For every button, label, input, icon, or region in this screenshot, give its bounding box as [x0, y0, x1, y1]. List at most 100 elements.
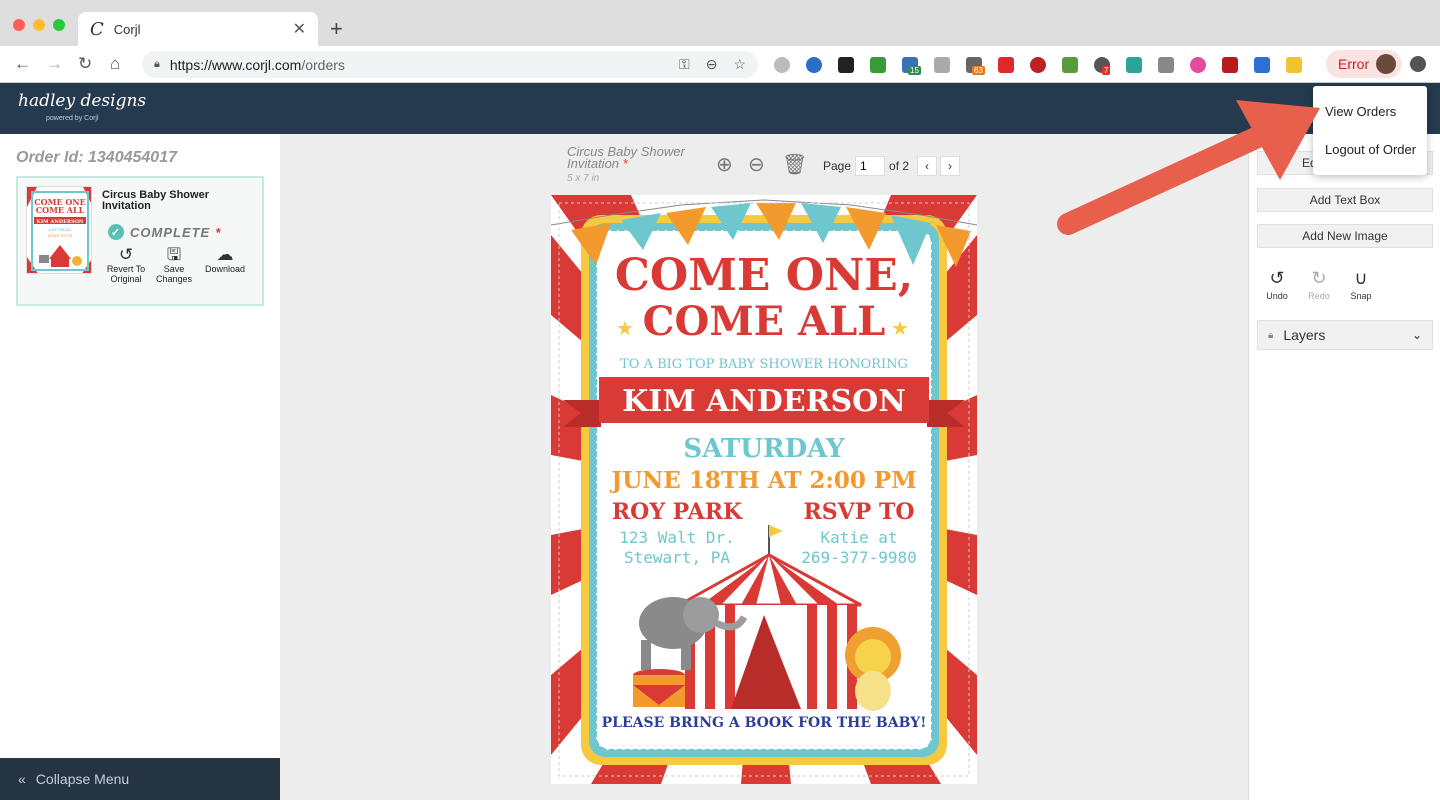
extension-icon[interactable] — [870, 57, 886, 73]
collapse-label: Collapse Menu — [35, 771, 130, 787]
redo-label: Redo — [1308, 291, 1330, 301]
star-decoration-right: ★ — [891, 318, 909, 340]
address-bar[interactable]: 🔒︎ https://www.corjl.com/orders ⚿ ⊖ ☆ — [142, 51, 758, 78]
zoom-out-icon[interactable]: ⊖ — [748, 152, 765, 177]
download-label: Download — [204, 264, 246, 274]
avatar — [1376, 54, 1396, 74]
extension-icon[interactable] — [1030, 57, 1046, 73]
rsvp-line-1: Katie at — [820, 528, 897, 547]
key-icon[interactable]: ⚿ — [679, 56, 690, 73]
brand-logo[interactable]: hadley designs — [18, 91, 146, 111]
extension-icon[interactable] — [998, 57, 1014, 73]
cloud-download-icon: ☁ — [216, 245, 234, 264]
invitation-artwork: COME ONE, COME ALL ★ ★ TO A BIG TOP BABY… — [551, 195, 977, 784]
extension-badge: 7 — [1102, 66, 1111, 75]
collapse-menu-button[interactable]: « Collapse Menu — [0, 758, 280, 800]
extension-icon[interactable] — [1190, 57, 1206, 73]
lock-icon: 🔒︎ — [1268, 329, 1274, 341]
layers-accordion[interactable]: 🔒︎ Layers ⌄ — [1257, 320, 1433, 350]
maximize-window-button[interactable] — [53, 19, 65, 31]
annotation-arrow — [1057, 100, 1320, 235]
headline-line-1: COME ONE, — [615, 250, 913, 301]
undo-button[interactable]: ↺ Undo — [1259, 268, 1295, 301]
redo-button[interactable]: ↻ Redo — [1301, 268, 1337, 301]
invitation-design[interactable]: COME ONE, COME ALL ★ ★ TO A BIG TOP BABY… — [551, 195, 977, 784]
reload-icon[interactable]: ↻ — [78, 54, 92, 74]
snap-button[interactable]: ∪ Snap — [1343, 268, 1379, 301]
order-thumbnail[interactable]: COME ONE COME ALL KIM ANDERSON SATURDAY … — [26, 186, 92, 274]
close-tab-icon[interactable]: ✕ — [293, 19, 306, 39]
venue-title: ROY PARK — [612, 499, 743, 525]
url-path: /orders — [301, 56, 345, 73]
svg-text:COME ALL: COME ALL — [36, 205, 85, 215]
undo-arrow-icon: ↺ — [118, 245, 134, 264]
browser-tab[interactable]: C Corjl ✕ — [78, 12, 318, 46]
save-changes-button[interactable]: 🖫︎ Save Changes — [152, 246, 196, 284]
magnet-icon: ∪ — [1354, 268, 1368, 288]
extension-icon[interactable] — [838, 57, 854, 73]
check-icon: ✓ — [108, 224, 124, 240]
extension-icon[interactable] — [1254, 57, 1270, 73]
lock-icon: 🔒︎ — [154, 58, 160, 70]
extension-icon[interactable] — [774, 57, 790, 73]
undo-label: Undo — [1266, 291, 1288, 301]
revert-label: Revert To Original — [106, 264, 146, 284]
url-host: https://www.corjl.com — [169, 56, 302, 73]
status-star: * — [215, 224, 222, 240]
download-button[interactable]: ☁ Download — [200, 245, 250, 274]
revert-button[interactable]: ↺ Revert To Original — [104, 245, 148, 284]
rsvp-line-2: 269-377-9980 — [801, 548, 917, 567]
forward-icon[interactable]: → — [46, 54, 63, 74]
bookmark-star-icon[interactable]: ☆ — [733, 56, 746, 73]
snap-label: Snap — [1350, 291, 1372, 301]
minimize-window-button[interactable] — [33, 19, 45, 31]
extension-icon[interactable] — [1286, 57, 1302, 73]
extension-icon[interactable] — [1062, 57, 1078, 73]
close-window-button[interactable] — [13, 19, 25, 31]
home-icon[interactable]: ⌂ — [110, 54, 120, 74]
order-card[interactable]: COME ONE COME ALL KIM ANDERSON SATURDAY … — [16, 176, 264, 306]
extension-icon[interactable] — [806, 57, 822, 73]
order-sidebar: Order Id: 1340454017 COME ONE COME ALL K… — [0, 134, 280, 800]
redo-icon: ↻ — [1311, 268, 1327, 288]
back-icon[interactable]: ← — [14, 54, 31, 74]
headline-line-2: COME ALL — [643, 298, 886, 345]
trash-icon[interactable]: 🗑︎ — [782, 152, 807, 177]
star-decoration-left: ★ — [616, 318, 634, 340]
undo-icon: ↺ — [1269, 268, 1285, 288]
prev-page-button[interactable]: ‹ — [917, 156, 938, 176]
zoom-in-icon[interactable]: ⊕ — [716, 152, 733, 177]
new-tab-icon[interactable]: + — [330, 16, 343, 42]
zoom-icon[interactable]: ⊖ — [706, 56, 718, 73]
extension-badge: 15 — [908, 66, 921, 75]
extension-icon[interactable] — [1158, 57, 1174, 73]
unsaved-star: * — [622, 156, 628, 171]
update-icon[interactable] — [1410, 56, 1426, 72]
date-text: JUNE 18TH AT 2:00 PM — [609, 467, 916, 494]
save-label: Save Changes — [155, 264, 193, 284]
page-input[interactable] — [855, 156, 886, 176]
venue-line-1: 123 Walt Dr. — [619, 528, 735, 547]
document-title: Circus Baby Shower Invitation * — [567, 145, 707, 171]
extension-badge: 63 — [972, 66, 985, 75]
browser-tab-bar: C Corjl ✕ + — [0, 0, 1440, 46]
svg-text:SATURDAY: SATURDAY — [48, 227, 71, 232]
honoree-name: KIM ANDERSON — [622, 384, 906, 419]
extension-icon[interactable] — [1222, 57, 1238, 73]
brand-subtitle: powered by Corjl — [46, 115, 99, 122]
status-text: COMPLETE — [130, 224, 211, 240]
day-text: SATURDAY — [683, 434, 845, 464]
double-chevron-left-icon: « — [18, 771, 26, 787]
svg-text:JUNE 18TH: JUNE 18TH — [47, 233, 72, 238]
page-navigator: Page of 2 ‹ › — [823, 156, 961, 176]
next-page-button[interactable]: › — [940, 156, 961, 176]
page-label: Page — [823, 159, 852, 173]
status-badge: ✓ COMPLETE * — [108, 224, 221, 240]
order-id: Order Id: 1340454017 — [16, 149, 177, 166]
extension-icon[interactable] — [1126, 57, 1142, 73]
profile-error-button[interactable]: Error — [1326, 50, 1402, 78]
extension-icon[interactable] — [934, 57, 950, 73]
venue-line-2: Stewart, PA — [624, 548, 730, 567]
error-label: Error — [1338, 56, 1370, 72]
tab-title: Corjl — [113, 21, 141, 37]
